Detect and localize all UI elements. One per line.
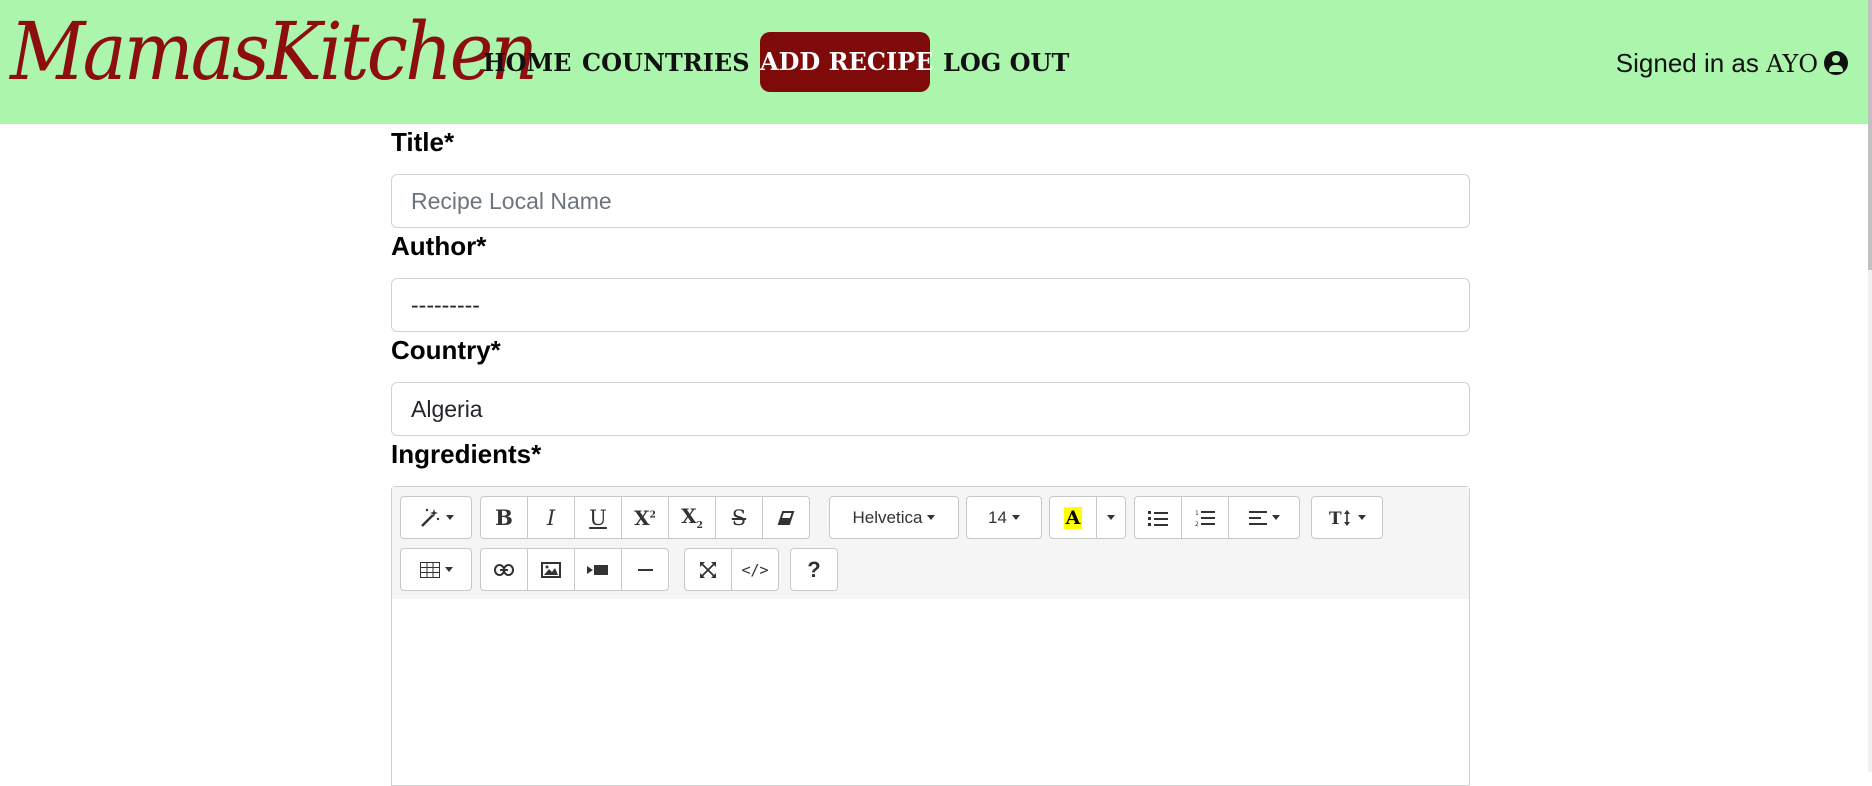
fullscreen-icon: [700, 561, 716, 578]
style-group: [400, 496, 472, 539]
help-group: ?: [790, 548, 838, 591]
font-style-group: B I U X2 X2 S: [480, 496, 810, 539]
signed-in-status: Signed in as AYO: [1616, 40, 1848, 86]
font-size-value: 14: [988, 507, 1007, 527]
editor-toolbar: B I U X2 X2 S Helvetica 14 A 1 2 T </> ?: [392, 487, 1469, 600]
ordered-list-icon: 1 2: [1195, 510, 1215, 527]
unordered-list-icon: [1148, 510, 1168, 526]
country-label: Country*: [391, 335, 501, 365]
svg-text:1: 1: [1195, 510, 1199, 517]
font-name-dropdown[interactable]: Helvetica: [829, 496, 959, 539]
table-icon: [419, 561, 440, 578]
caret-down-icon: [1011, 515, 1020, 520]
code-icon: </>: [741, 560, 769, 579]
country-select[interactable]: Algeria: [391, 382, 1470, 436]
strikethrough-button[interactable]: S: [715, 496, 763, 539]
link-icon: [494, 563, 514, 576]
title-label: Title*: [391, 127, 455, 157]
height-group: T: [1311, 496, 1383, 539]
insert-group: [480, 548, 669, 591]
table-group: [400, 548, 472, 591]
picture-icon: [541, 561, 561, 578]
video-button[interactable]: [574, 548, 622, 591]
fullscreen-button[interactable]: [684, 548, 732, 591]
signed-in-prefix: Signed in as: [1615, 48, 1767, 78]
scrollbar-thumb[interactable]: [1868, 0, 1872, 270]
title-input[interactable]: [391, 174, 1470, 228]
svg-text:2: 2: [1195, 521, 1199, 527]
subscript-button[interactable]: X2: [668, 496, 716, 539]
view-group: </>: [684, 548, 779, 591]
editor-content-area[interactable]: [392, 599, 1469, 785]
caret-down-icon: [1357, 515, 1366, 520]
underline-button[interactable]: U: [574, 496, 622, 539]
paragraph-group: 1 2: [1134, 496, 1300, 539]
superscript-button[interactable]: X2: [621, 496, 669, 539]
text-height-icon: T: [1329, 509, 1350, 527]
eraser-button[interactable]: [762, 496, 810, 539]
svg-text:T: T: [1329, 509, 1342, 527]
horizontal-rule-icon: [637, 568, 653, 571]
video-icon: [587, 564, 608, 575]
strikethrough-icon: S: [731, 505, 747, 530]
magic-wand-icon: [420, 508, 439, 527]
table-dropdown[interactable]: [400, 548, 472, 591]
align-left-icon: [1248, 510, 1267, 525]
italic-icon: I: [546, 505, 556, 530]
ingredients-editor: B I U X2 X2 S Helvetica 14 A 1 2 T </> ?: [391, 486, 1470, 786]
ordered-list-button[interactable]: 1 2: [1181, 496, 1229, 539]
brand-logo[interactable]: MamasKitchen: [10, 2, 538, 102]
username: AYO: [1766, 50, 1818, 78]
italic-button[interactable]: I: [527, 496, 575, 539]
navbar: MamasKitchen HOME COUNTRIES ADD RECIPE L…: [0, 0, 1868, 124]
text-color-button[interactable]: A: [1049, 496, 1097, 539]
eraser-icon: [777, 510, 795, 525]
caret-down-icon: [1271, 515, 1280, 520]
font-size-dropdown[interactable]: 14: [966, 496, 1042, 539]
author-label: Author*: [391, 231, 487, 261]
font-name-group: Helvetica: [829, 496, 959, 539]
link-button[interactable]: [480, 548, 528, 591]
question-icon: ?: [807, 556, 821, 582]
nav-home[interactable]: HOME: [483, 40, 571, 86]
bold-button[interactable]: B: [480, 496, 528, 539]
highlight-icon: A: [1063, 506, 1083, 529]
caret-down-icon: [927, 515, 936, 520]
nav-countries-dropdown[interactable]: COUNTRIES: [582, 40, 778, 86]
nav-add-recipe-button[interactable]: ADD RECIPE: [760, 32, 934, 92]
horizontal-rule-button[interactable]: [621, 548, 669, 591]
caret-down-icon: [445, 515, 454, 520]
page-scrollbar[interactable]: [1868, 0, 1872, 772]
line-height-dropdown[interactable]: T: [1311, 496, 1383, 539]
picture-button[interactable]: [527, 548, 575, 591]
nav-logout[interactable]: LOG OUT: [943, 40, 1069, 86]
text-color-dropdown[interactable]: [1096, 496, 1126, 539]
font-name-value: Helvetica: [852, 507, 923, 527]
unordered-list-button[interactable]: [1134, 496, 1182, 539]
subscript-icon: X2: [681, 504, 703, 531]
help-button[interactable]: ?: [790, 548, 838, 591]
caret-down-icon: [1107, 515, 1115, 520]
user-circle-icon[interactable]: [1824, 51, 1848, 76]
style-button[interactable]: [400, 496, 472, 539]
codeview-button[interactable]: </>: [731, 548, 779, 591]
nav-countries-label: COUNTRIES: [582, 48, 750, 77]
color-group: A: [1049, 496, 1126, 539]
underline-icon: U: [589, 505, 607, 530]
author-select[interactable]: ---------: [391, 278, 1470, 332]
caret-down-icon: [444, 567, 453, 572]
paragraph-align-dropdown[interactable]: [1228, 496, 1300, 539]
font-size-group: 14: [966, 496, 1042, 539]
bold-icon: B: [495, 505, 513, 530]
ingredients-label: Ingredients*: [391, 439, 542, 469]
superscript-icon: X2: [634, 505, 656, 530]
